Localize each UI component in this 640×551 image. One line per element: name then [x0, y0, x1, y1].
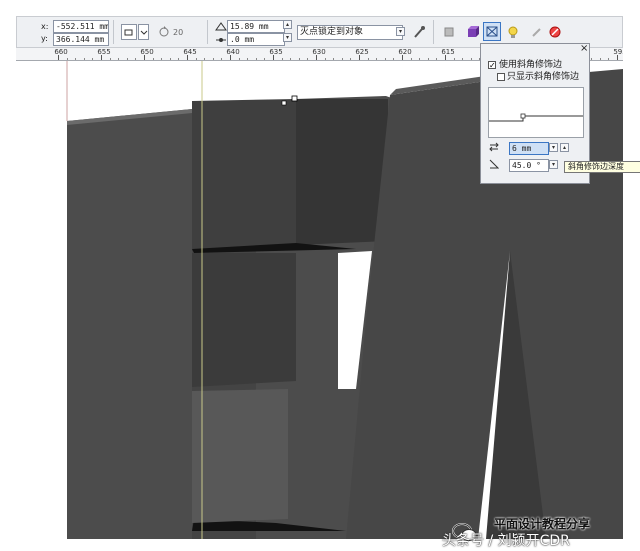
show-bevel-only-checkbox[interactable] [497, 73, 505, 81]
bevel-angle-field[interactable]: 45.0 ° [509, 159, 549, 172]
use-bevel-checkbox[interactable]: ✓ [488, 61, 496, 70]
y-position-field[interactable]: 366.144 mm [53, 33, 109, 46]
rotate-icon[interactable] [156, 24, 172, 40]
corner-shape-icon[interactable] [121, 24, 137, 40]
object-block-middle [192, 253, 296, 387]
selection-handle[interactable] [291, 95, 298, 102]
ruler-tick-label: 645 [183, 48, 197, 56]
ruler-tick-label: 625 [355, 48, 369, 56]
snap-mode-value: 灭点锁定到对象 [300, 27, 364, 37]
edit-icon[interactable] [529, 24, 545, 40]
watermark-text: 头条号 / 刘颍开CDR [442, 533, 570, 549]
object-block-upper [192, 99, 296, 251]
y-label: y: [41, 34, 48, 43]
separator [433, 20, 434, 44]
angle-icon [489, 159, 500, 169]
depth-up-spinner[interactable]: ▴ [560, 143, 569, 152]
ruler-tick-label: 640 [226, 48, 240, 56]
offset2-field[interactable]: .0 mm [227, 33, 285, 46]
object-block-lower [192, 389, 288, 523]
rotation-value: 20 [173, 28, 184, 37]
ruler-tick-label: 655 [97, 48, 111, 56]
dropdown-icon[interactable] [138, 24, 149, 40]
bevel-icon[interactable] [483, 22, 501, 41]
eyedropper-icon[interactable] [411, 24, 427, 40]
x-label: x: [41, 22, 49, 31]
selection-handle[interactable] [281, 100, 287, 106]
bevel-depth-value: 6 mm [512, 144, 532, 153]
x-position-field[interactable]: -552.511 mm [53, 20, 109, 33]
close-icon[interactable]: × [580, 44, 588, 54]
depth-down-spinner[interactable]: ▾ [549, 143, 558, 152]
angle-down-spinner[interactable]: ▾ [549, 160, 558, 169]
separator [207, 20, 208, 44]
chevron-down-icon[interactable]: ▾ [396, 27, 405, 36]
extrude-color-icon[interactable] [465, 24, 481, 40]
offset2-spinner[interactable]: ▾ [283, 33, 292, 42]
copy-properties-icon[interactable] [441, 24, 457, 40]
snap-mode-select[interactable]: 灭点锁定到对象 [297, 25, 403, 40]
bevel-depth-field[interactable]: 6 mm [509, 142, 549, 155]
separator [113, 20, 114, 44]
bevel-preview-graph [489, 113, 583, 122]
tooltip: 斜角修饰边深度 [564, 161, 640, 173]
show-bevel-only-label: 只显示斜角修饰边 [507, 72, 580, 82]
ruler-tick-label: 635 [269, 48, 283, 56]
ruler-tick-label: 630 [312, 48, 326, 56]
object-block-upper-side [296, 99, 388, 245]
ruler-tick-label: 595 [613, 48, 623, 56]
ruler-tick-label: 650 [140, 48, 154, 56]
bevel-angle-value: 45.0 ° [512, 161, 541, 170]
ruler-tick-label: 615 [441, 48, 455, 56]
offset-field[interactable]: 15.89 mm [227, 20, 285, 33]
offset-spinner[interactable]: ▴ [283, 20, 292, 29]
bevel-preview [488, 87, 584, 138]
clear-extrude-icon[interactable] [547, 24, 563, 40]
use-bevel-label: 使用斜角修饰边 [499, 60, 563, 70]
ruler-tick-label: 620 [398, 48, 412, 56]
lighting-icon[interactable] [505, 24, 521, 40]
depth-icon [489, 142, 499, 152]
ruler-tick-label: 660 [54, 48, 68, 56]
